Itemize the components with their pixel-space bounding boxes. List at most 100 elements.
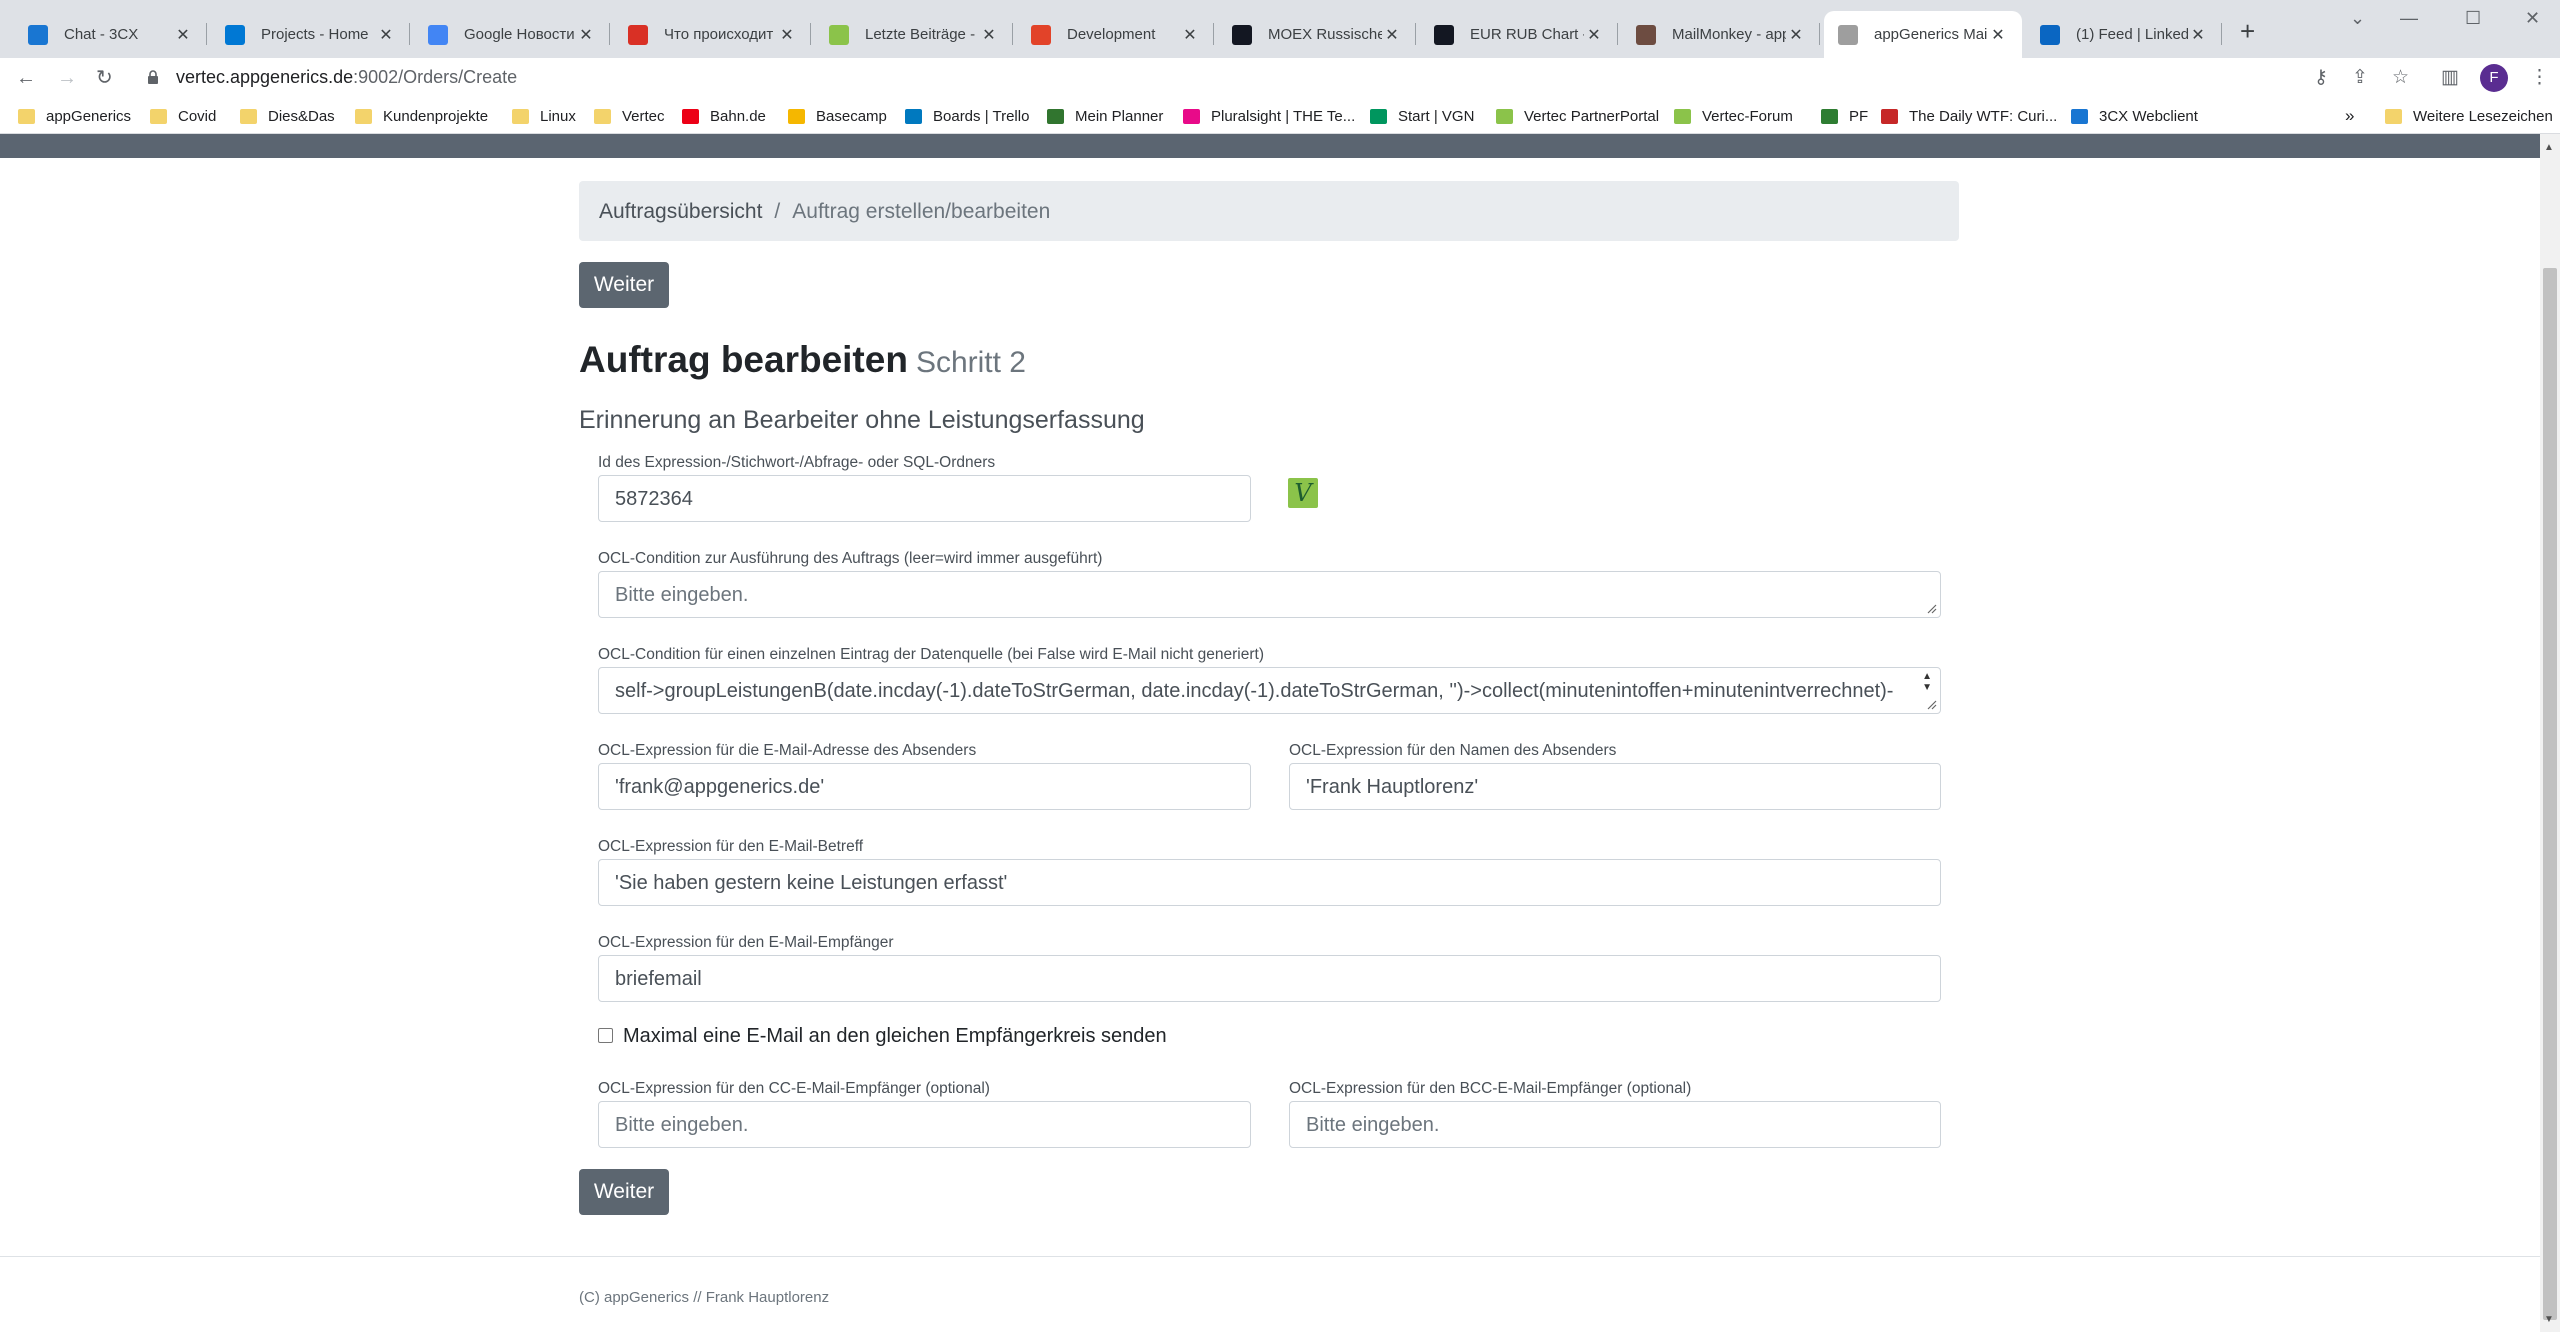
bookmark-item[interactable]: Vertec bbox=[594, 105, 665, 127]
maximize-button[interactable]: ☐ bbox=[2465, 8, 2481, 29]
bookmark-star-icon[interactable]: ☆ bbox=[2392, 66, 2409, 89]
breadcrumb-order-overview[interactable]: Auftragsübersicht bbox=[599, 200, 762, 223]
vertec-icon[interactable]: V bbox=[1288, 478, 1318, 508]
bcc-recipient-label: OCL-Expression für den BCC-E-Mail-Empfän… bbox=[1289, 1080, 1692, 1097]
bookmark-label: Bahn.de bbox=[710, 107, 766, 125]
bookmark-item[interactable]: Mein Planner bbox=[1047, 105, 1163, 127]
share-icon[interactable]: ⇪ bbox=[2352, 66, 2368, 89]
dailywtf-icon bbox=[1881, 108, 1898, 124]
browser-tab[interactable]: Google Новости ✕ bbox=[414, 11, 610, 58]
bookmark-item[interactable]: 3CX Webclient bbox=[2071, 105, 2198, 127]
subject-input[interactable]: 'Sie haben gestern keine Leistungen erfa… bbox=[598, 859, 1941, 906]
sender-address-input[interactable]: 'frank@appgenerics.de' bbox=[598, 763, 1251, 810]
more-bookmarks-button[interactable]: » bbox=[2345, 105, 2354, 127]
entry-condition-value: self->groupLeistungenB(date.incday(-1).d… bbox=[615, 680, 1894, 702]
3cx-icon bbox=[2071, 108, 2088, 124]
bookmark-item[interactable]: Covid bbox=[150, 105, 216, 127]
bookmark-item[interactable]: appGenerics bbox=[18, 105, 131, 127]
order-condition-textarea[interactable]: Bitte eingeben. bbox=[598, 571, 1941, 618]
browser-tab[interactable]: Development ✕ bbox=[1017, 11, 1214, 58]
recipient-input[interactable]: briefemail bbox=[598, 955, 1941, 1002]
cc-recipient-label: OCL-Expression für den CC-E-Mail-Empfäng… bbox=[598, 1080, 990, 1097]
close-window-button[interactable]: ✕ bbox=[2525, 8, 2540, 29]
close-tab-icon[interactable]: ✕ bbox=[1382, 25, 1402, 45]
browser-tab[interactable]: Chat - 3CX ✕ bbox=[14, 11, 207, 58]
new-tab-button[interactable]: + bbox=[2240, 18, 2255, 44]
bookmark-item[interactable]: Bahn.de bbox=[682, 105, 766, 127]
sender-name-input[interactable]: 'Frank Hauptlorenz' bbox=[1289, 763, 1941, 810]
bookmark-item[interactable]: Start | VGN bbox=[1370, 105, 1474, 127]
browser-toolbar: ← → ↻ vertec.appgenerics.de:9002/Orders/… bbox=[0, 58, 2560, 98]
next-button-bottom[interactable]: Weiter bbox=[579, 1169, 669, 1215]
close-tab-icon[interactable]: ✕ bbox=[576, 25, 596, 45]
bookmark-item[interactable]: Vertec-Forum bbox=[1674, 105, 1793, 127]
other-bookmarks-folder[interactable]: Weitere Lesezeichen bbox=[2385, 105, 2553, 127]
close-tab-icon[interactable]: ✕ bbox=[1786, 25, 1806, 45]
tab-title: Development bbox=[1067, 26, 1156, 43]
close-tab-icon[interactable]: ✕ bbox=[2188, 25, 2208, 45]
close-tab-icon[interactable]: ✕ bbox=[1180, 25, 1200, 45]
breadcrumb-separator: / bbox=[774, 200, 781, 223]
browser-tab[interactable]: Что происходит на✕ bbox=[614, 11, 811, 58]
tradingview-icon bbox=[1232, 24, 1252, 45]
browser-tab[interactable]: appGenerics Mail ✕ bbox=[1824, 11, 2022, 58]
close-tab-icon[interactable]: ✕ bbox=[173, 25, 193, 45]
entry-condition-textarea[interactable]: self->groupLeistungenB(date.incday(-1).d… bbox=[598, 667, 1941, 714]
browser-tab[interactable]: EUR RUB Chart - E✕ bbox=[1420, 11, 1618, 58]
bookmark-item[interactable]: Kundenprojekte bbox=[355, 105, 488, 127]
resize-grip-icon[interactable] bbox=[1927, 604, 1937, 614]
bookmark-item[interactable]: Boards | Trello bbox=[905, 105, 1029, 127]
basecamp-icon bbox=[788, 108, 805, 124]
scrollbar-thumb[interactable] bbox=[2543, 268, 2557, 1320]
azure-devops-icon bbox=[225, 24, 245, 45]
browser-tab[interactable]: (1) Feed | LinkedIn✕ bbox=[2026, 11, 2222, 58]
mailmonkey-icon bbox=[1636, 24, 1656, 45]
close-tab-icon[interactable]: ✕ bbox=[1988, 25, 2008, 45]
bookmark-item[interactable]: Linux bbox=[512, 105, 576, 127]
tab-title: Google Новости bbox=[464, 26, 575, 43]
browser-tab[interactable]: MOEX Russischer ✕ bbox=[1218, 11, 1416, 58]
browser-tab[interactable]: Letzte Beiträge - V ✕ bbox=[815, 11, 1013, 58]
url-host: vertec.appgenerics.de bbox=[176, 67, 354, 87]
browser-tab[interactable]: Projects - Home ✕ bbox=[211, 11, 410, 58]
expression-id-input[interactable]: 5872364 bbox=[598, 475, 1251, 522]
forward-button[interactable]: → bbox=[57, 66, 77, 90]
single-mail-checkbox-label[interactable]: Maximal eine E-Mail an den gleichen Empf… bbox=[623, 1025, 1167, 1048]
bookmark-label: 3CX Webclient bbox=[2099, 107, 2198, 125]
textarea-scroll-arrows-icon[interactable]: ▲ ▼ bbox=[1922, 671, 1932, 693]
bookmark-item[interactable]: Pluralsight | THE Te... bbox=[1183, 105, 1355, 127]
back-button[interactable]: ← bbox=[16, 66, 36, 90]
browser-tab[interactable]: MailMonkey - app ✕ bbox=[1622, 11, 1820, 58]
bookmark-label: PF bbox=[1849, 107, 1869, 125]
bookmark-item[interactable]: Vertec PartnerPortal bbox=[1496, 105, 1659, 127]
bookmark-label: Mein Planner bbox=[1075, 107, 1164, 125]
scroll-up-arrow[interactable]: ▲ bbox=[2544, 142, 2554, 153]
next-button-top[interactable]: Weiter bbox=[579, 262, 669, 308]
key-icon[interactable]: ⚷ bbox=[2314, 66, 2328, 89]
breadcrumb-current: Auftrag erstellen/bearbeiten bbox=[792, 200, 1051, 223]
close-tab-icon[interactable]: ✕ bbox=[979, 25, 999, 45]
profile-avatar[interactable]: F bbox=[2480, 64, 2508, 92]
menu-icon[interactable]: ⋮ bbox=[2530, 66, 2549, 89]
close-tab-icon[interactable]: ✕ bbox=[777, 25, 797, 45]
lock-icon[interactable] bbox=[147, 70, 159, 84]
minimize-button[interactable]: — bbox=[2400, 8, 2418, 29]
single-mail-checkbox[interactable] bbox=[598, 1028, 613, 1043]
bookmark-item[interactable]: Dies&Das bbox=[240, 105, 335, 127]
bookmark-item[interactable]: PF bbox=[1821, 105, 1868, 127]
address-bar[interactable]: vertec.appgenerics.de:9002/Orders/Create bbox=[176, 67, 517, 88]
tab-search-icon[interactable]: ⌄ bbox=[2350, 8, 2365, 29]
bookmark-item[interactable]: Basecamp bbox=[788, 105, 887, 127]
vgn-icon bbox=[1370, 108, 1387, 124]
bookmark-label: Vertec PartnerPortal bbox=[1524, 107, 1660, 125]
close-tab-icon[interactable]: ✕ bbox=[1584, 25, 1604, 45]
resize-grip-icon[interactable] bbox=[1927, 700, 1937, 710]
side-panel-icon[interactable]: ▥ bbox=[2441, 66, 2459, 89]
bookmark-item[interactable]: The Daily WTF: Curi... bbox=[1881, 105, 2057, 127]
recipient-label: OCL-Expression für den E-Mail-Empfänger bbox=[598, 934, 894, 951]
close-tab-icon[interactable]: ✕ bbox=[376, 25, 396, 45]
cc-recipient-input[interactable]: Bitte eingeben. bbox=[598, 1101, 1251, 1148]
bcc-recipient-input[interactable]: Bitte eingeben. bbox=[1289, 1101, 1941, 1148]
scroll-down-arrow[interactable]: ▼ bbox=[2544, 1314, 2554, 1325]
reload-button[interactable]: ↻ bbox=[96, 66, 113, 90]
